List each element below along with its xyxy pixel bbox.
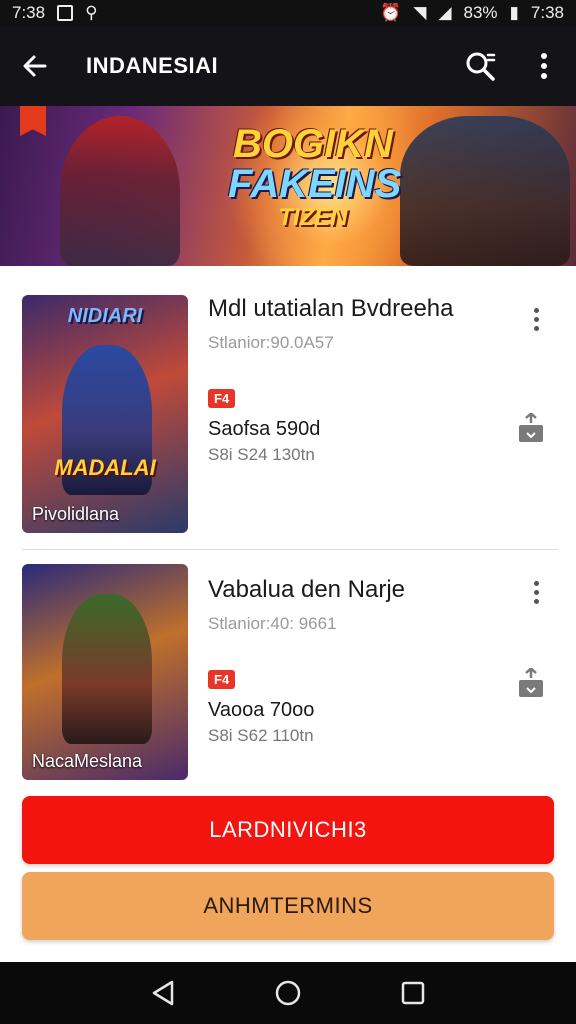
item-subtitle: Stlanior:40: 9661 [208, 614, 337, 633]
dot-icon [533, 325, 539, 331]
item-more-button[interactable] [524, 576, 548, 608]
back-button[interactable] [0, 26, 70, 106]
dot-icon [533, 589, 539, 595]
bookmark-icon [20, 106, 46, 136]
item-title: Vabalua den Narje [208, 576, 406, 603]
thumbnail-logo-secondary: MADALAI [54, 455, 156, 480]
dot-icon [533, 580, 539, 586]
dot-icon [533, 598, 539, 604]
item-info: Mdl utatialan Bvdreeha Stlanior:90.0A57 … [208, 295, 528, 465]
item-size: S8i S62 110tn [208, 726, 314, 745]
item-more-button[interactable] [524, 303, 548, 335]
search-button[interactable] [448, 26, 512, 106]
battery-icon: ▮ [509, 3, 519, 22]
nav-recents-button[interactable] [389, 969, 437, 1017]
banner-logo-line3: TIZEN [278, 204, 348, 231]
list-item[interactable]: NIDIARI MADALAI Pivolidlana Mdl utatiala… [22, 295, 558, 533]
arrow-left-icon [23, 55, 47, 77]
battery-percent: 83% [463, 3, 498, 22]
nav-home-button[interactable] [264, 969, 312, 1017]
status-time: 7:38 [12, 3, 46, 22]
usb-icon: ⚲ [85, 3, 98, 22]
item-title: Mdl utatialan Bvdreeha [208, 295, 454, 322]
nav-back-button[interactable] [139, 969, 187, 1017]
app-bar: INDANESIAI [0, 26, 576, 106]
page-title: INDANESIAI [86, 53, 219, 78]
banner-hero-left [60, 116, 180, 266]
dot-icon [533, 316, 539, 322]
item-info: Vabalua den Narje Stlanior:40: 9661 F4 V… [208, 564, 528, 746]
list-divider [22, 549, 558, 550]
install-icon[interactable] [518, 668, 544, 698]
wifi-icon: ◥ [413, 3, 427, 22]
item-price: Saofsa 590d [208, 418, 321, 440]
item-price: Vaooa 70oo [208, 699, 315, 721]
status-time-right: 7:38 [530, 3, 564, 22]
status-bar: 7:38 ⚲ ⏰ ◥ ◢ 83% ▮ 7:38 [0, 0, 576, 26]
item-subtitle: Stlanior:90.0A57 [208, 333, 334, 352]
dot-icon [533, 307, 539, 313]
install-icon[interactable] [518, 413, 544, 443]
banner-hero-right [400, 116, 570, 266]
signal-icon: ◢ [438, 3, 452, 22]
system-nav-bar [0, 962, 576, 1024]
promo-banner[interactable]: BOGIKN FAKEINS TIZEN [0, 106, 576, 266]
circle-home-icon [275, 980, 301, 1006]
more-vertical-icon [541, 53, 547, 79]
thumbnail-caption: Pivolidlana [32, 504, 120, 524]
item-size: S8i S24 130tn [208, 445, 315, 464]
banner-logo: BOGIKN FAKEINS TIZEN [228, 122, 402, 232]
thumbnail-caption: NacaMeslana [32, 751, 143, 771]
secondary-action-button[interactable]: ANHMTERMINS [22, 872, 554, 940]
thumbnail-character [62, 594, 152, 744]
overflow-menu-button[interactable] [512, 26, 576, 106]
list-item[interactable]: NacaMeslana Vabalua den Narje Stlanior:4… [22, 564, 558, 780]
game-thumbnail[interactable]: NacaMeslana [22, 564, 188, 780]
thumbnail-logo: NIDIARI [67, 305, 143, 327]
app-screen: 7:38 ⚲ ⏰ ◥ ◢ 83% ▮ 7:38 INDANESIAI BOGIK… [0, 0, 576, 1024]
notification-icon [57, 5, 74, 21]
alarm-icon: ⏰ [380, 3, 402, 22]
item-badge: F4 [208, 670, 236, 689]
triangle-back-icon [152, 980, 173, 1006]
square-recents-icon [402, 981, 425, 1005]
search-icon [466, 52, 496, 81]
banner-logo-line1: BOGIKN [233, 122, 393, 166]
primary-action-button[interactable]: LARDNIVICHI3 [22, 796, 554, 864]
banner-logo-line2: FAKEINS [228, 162, 402, 206]
game-thumbnail[interactable]: NIDIARI MADALAI Pivolidlana [22, 295, 188, 533]
item-badge: F4 [208, 389, 236, 408]
